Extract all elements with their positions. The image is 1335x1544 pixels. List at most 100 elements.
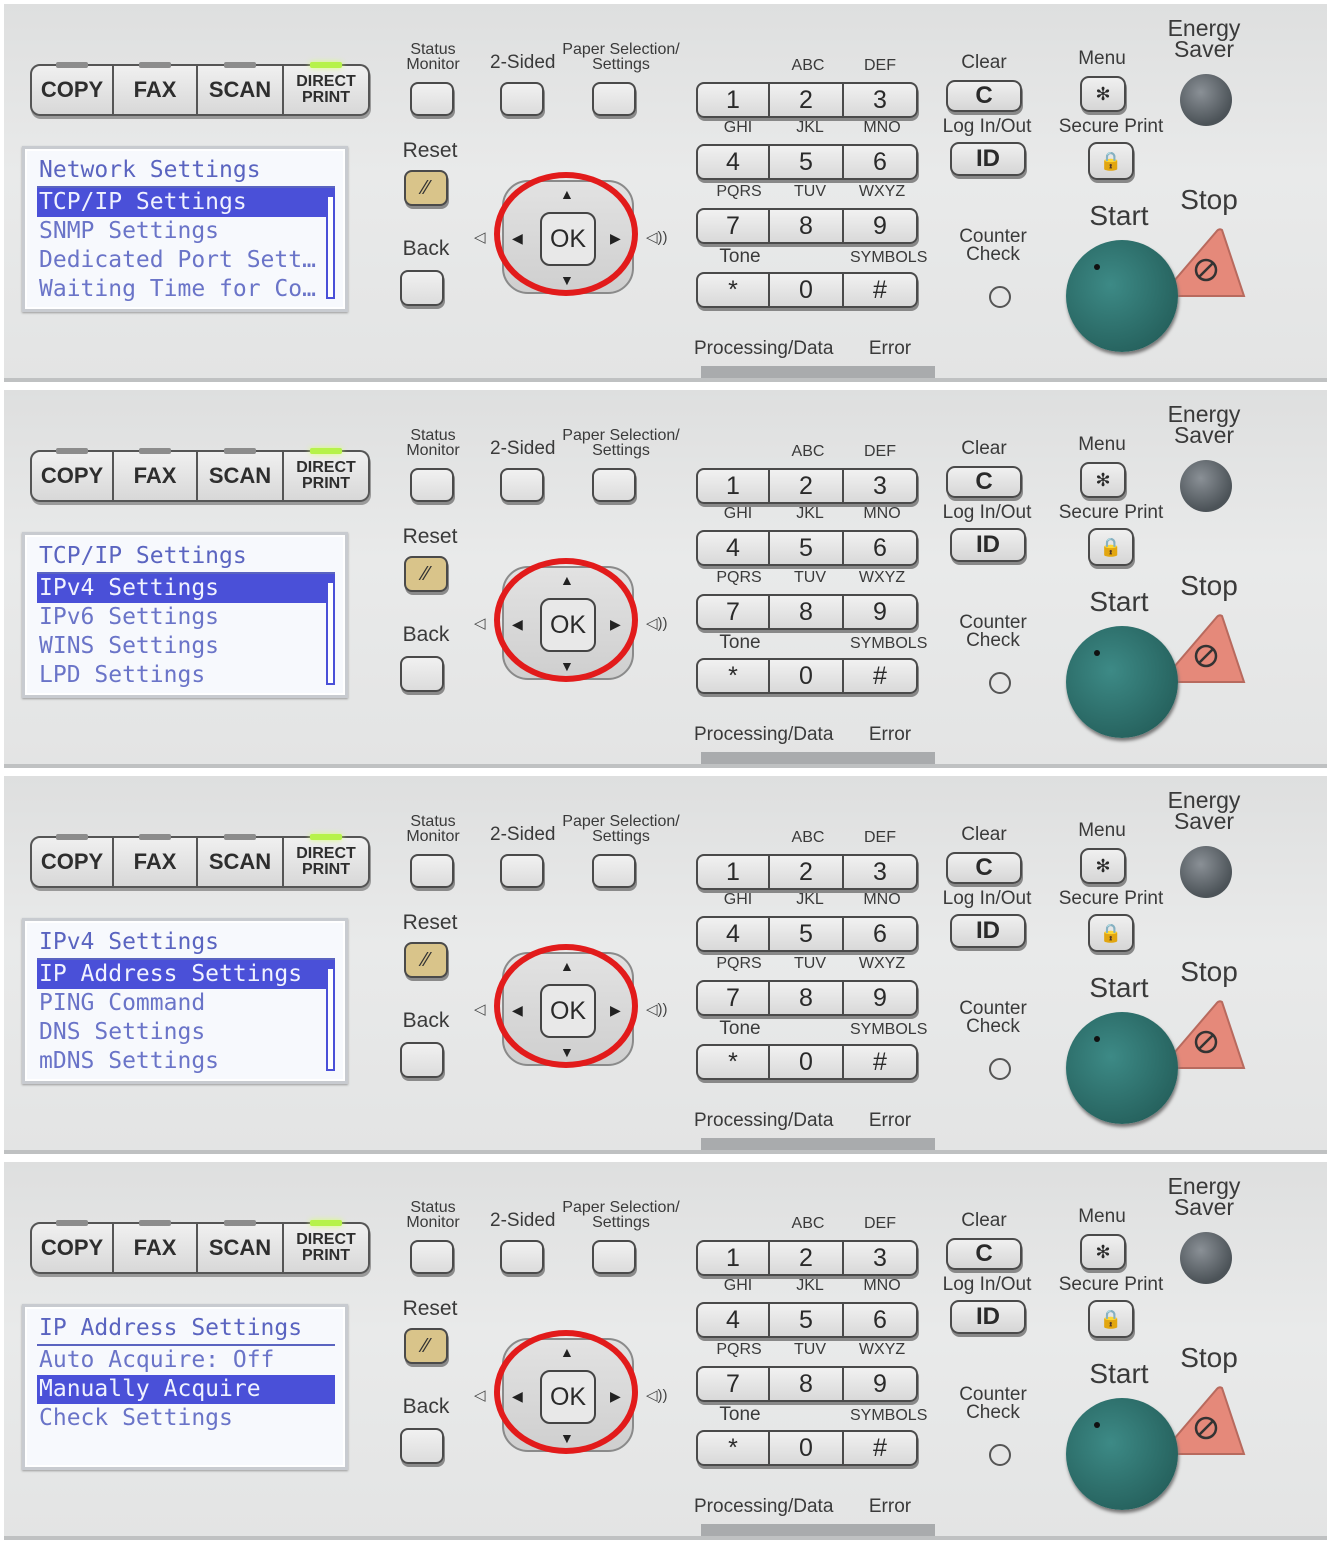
- copy-button[interactable]: COPY: [30, 834, 114, 888]
- key-3[interactable]: 3: [844, 854, 918, 890]
- menu-button[interactable]: ✻: [1080, 462, 1126, 498]
- menu-button[interactable]: ✻: [1080, 76, 1126, 112]
- paper-selection-button[interactable]: [592, 82, 636, 116]
- key-8[interactable]: 8: [770, 980, 844, 1016]
- energy-saver-button[interactable]: [1180, 846, 1232, 898]
- key-4[interactable]: 4: [696, 144, 770, 180]
- lcd-menu-item[interactable]: Dedicated Port Sett…: [37, 246, 335, 275]
- counter-check-button[interactable]: [989, 1444, 1011, 1466]
- lcd-menu-item[interactable]: Check Settings: [37, 1404, 335, 1433]
- secure-print-button[interactable]: 🔒: [1088, 1300, 1134, 1338]
- lcd-menu-item[interactable]: Auto Acquire: Off: [37, 1346, 335, 1375]
- scan-button[interactable]: SCAN: [198, 1220, 284, 1274]
- key-7[interactable]: 7: [696, 980, 770, 1016]
- scan-button[interactable]: SCAN: [198, 62, 284, 116]
- menu-button[interactable]: ✻: [1080, 848, 1126, 884]
- lcd-menu-item[interactable]: PING Command: [37, 989, 335, 1018]
- copy-button[interactable]: COPY: [30, 1220, 114, 1274]
- key-hash[interactable]: #: [844, 272, 918, 308]
- key-1[interactable]: 1: [696, 1240, 770, 1276]
- key-2[interactable]: 2: [770, 854, 844, 890]
- key-0[interactable]: 0: [770, 1044, 844, 1080]
- back-button[interactable]: [400, 656, 444, 692]
- direct-print-button[interactable]: DIRECT PRINT: [284, 448, 370, 502]
- back-button[interactable]: [400, 270, 444, 306]
- two-sided-button[interactable]: [500, 854, 544, 888]
- key-5[interactable]: 5: [770, 916, 844, 952]
- key-1[interactable]: 1: [696, 468, 770, 504]
- scan-button[interactable]: SCAN: [198, 834, 284, 888]
- clear-button[interactable]: C: [946, 852, 1022, 884]
- clear-button[interactable]: C: [946, 1238, 1022, 1270]
- energy-saver-button[interactable]: [1180, 74, 1232, 126]
- key-8[interactable]: 8: [770, 1366, 844, 1402]
- status-monitor-button[interactable]: [410, 854, 454, 888]
- lcd-menu-item[interactable]: DNS Settings: [37, 1018, 335, 1047]
- id-button[interactable]: ID: [950, 528, 1026, 562]
- key-2[interactable]: 2: [770, 1240, 844, 1276]
- copy-button[interactable]: COPY: [30, 62, 114, 116]
- key-7[interactable]: 7: [696, 594, 770, 630]
- fax-button[interactable]: FAX: [114, 448, 198, 502]
- key-star[interactable]: *: [696, 1430, 770, 1466]
- direct-print-button[interactable]: DIRECT PRINT: [284, 1220, 370, 1274]
- energy-saver-button[interactable]: [1180, 460, 1232, 512]
- secure-print-button[interactable]: 🔒: [1088, 142, 1134, 180]
- lcd-menu-item[interactable]: mDNS Settings: [37, 1047, 335, 1076]
- id-button[interactable]: ID: [950, 1300, 1026, 1334]
- lcd-menu-item[interactable]: LPD Settings: [37, 661, 335, 690]
- reset-button[interactable]: ⁄⁄: [404, 1328, 448, 1364]
- status-monitor-button[interactable]: [410, 468, 454, 502]
- id-button[interactable]: ID: [950, 914, 1026, 948]
- start-button[interactable]: [1066, 240, 1178, 352]
- key-3[interactable]: 3: [844, 82, 918, 118]
- start-button[interactable]: [1066, 626, 1178, 738]
- fax-button[interactable]: FAX: [114, 834, 198, 888]
- key-hash[interactable]: #: [844, 1430, 918, 1466]
- key-6[interactable]: 6: [844, 1302, 918, 1338]
- lcd-menu-item[interactable]: WINS Settings: [37, 632, 335, 661]
- lcd-menu-item[interactable]: SNMP Settings: [37, 217, 335, 246]
- reset-button[interactable]: ⁄⁄: [404, 556, 448, 592]
- secure-print-button[interactable]: 🔒: [1088, 914, 1134, 952]
- lcd-menu-item[interactable]: IP Address Settings: [37, 960, 335, 989]
- lcd-menu-item[interactable]: IPv4 Settings: [37, 574, 335, 603]
- two-sided-button[interactable]: [500, 1240, 544, 1274]
- key-9[interactable]: 9: [844, 980, 918, 1016]
- key-6[interactable]: 6: [844, 916, 918, 952]
- direct-print-button[interactable]: DIRECT PRINT: [284, 62, 370, 116]
- key-8[interactable]: 8: [770, 208, 844, 244]
- clear-button[interactable]: C: [946, 466, 1022, 498]
- clear-button[interactable]: C: [946, 80, 1022, 112]
- counter-check-button[interactable]: [989, 1058, 1011, 1080]
- reset-button[interactable]: ⁄⁄: [404, 170, 448, 206]
- back-button[interactable]: [400, 1428, 444, 1464]
- key-3[interactable]: 3: [844, 468, 918, 504]
- key-6[interactable]: 6: [844, 530, 918, 566]
- key-7[interactable]: 7: [696, 1366, 770, 1402]
- counter-check-button[interactable]: [989, 672, 1011, 694]
- key-2[interactable]: 2: [770, 468, 844, 504]
- lcd-menu-item[interactable]: TCP/IP Settings: [37, 188, 335, 217]
- back-button[interactable]: [400, 1042, 444, 1078]
- two-sided-button[interactable]: [500, 468, 544, 502]
- key-0[interactable]: 0: [770, 1430, 844, 1466]
- key-9[interactable]: 9: [844, 208, 918, 244]
- key-4[interactable]: 4: [696, 530, 770, 566]
- key-5[interactable]: 5: [770, 530, 844, 566]
- key-8[interactable]: 8: [770, 594, 844, 630]
- key-1[interactable]: 1: [696, 82, 770, 118]
- secure-print-button[interactable]: 🔒: [1088, 528, 1134, 566]
- key-5[interactable]: 5: [770, 1302, 844, 1338]
- paper-selection-button[interactable]: [592, 1240, 636, 1274]
- paper-selection-button[interactable]: [592, 468, 636, 502]
- reset-button[interactable]: ⁄⁄: [404, 942, 448, 978]
- key-5[interactable]: 5: [770, 144, 844, 180]
- fax-button[interactable]: FAX: [114, 1220, 198, 1274]
- key-1[interactable]: 1: [696, 854, 770, 890]
- copy-button[interactable]: COPY: [30, 448, 114, 502]
- key-9[interactable]: 9: [844, 1366, 918, 1402]
- start-button[interactable]: [1066, 1012, 1178, 1124]
- key-star[interactable]: *: [696, 658, 770, 694]
- key-0[interactable]: 0: [770, 658, 844, 694]
